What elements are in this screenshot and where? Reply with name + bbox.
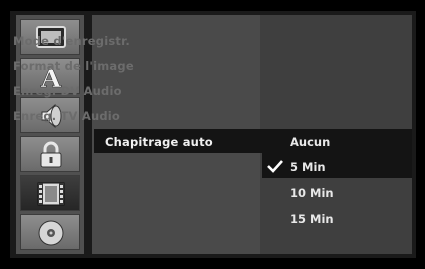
menu-item-aspect-ratio[interactable]: Format de l'image: [13, 59, 134, 73]
film-icon: [37, 182, 65, 206]
lock-icon: [40, 141, 62, 168]
disc-icon: [38, 220, 64, 246]
sidebar: A: [16, 15, 84, 254]
selected-option-highlight: [262, 153, 412, 178]
option-none[interactable]: Aucun: [290, 135, 330, 149]
option-10-min[interactable]: 10 Min: [290, 186, 334, 200]
menu-item-record-mode[interactable]: Mode d'enregistr.: [13, 34, 130, 48]
option-5-min[interactable]: 5 Min: [290, 160, 326, 174]
menu-item-tv-audio[interactable]: Enreg. TV Audio: [13, 109, 120, 123]
tab-lock[interactable]: [20, 136, 80, 172]
menu-item-auto-chapter[interactable]: Chapitrage auto: [105, 135, 213, 149]
tab-disc[interactable]: [20, 214, 80, 250]
menu-item-dv-audio[interactable]: Enreg. DV Audio: [13, 84, 122, 98]
tab-film[interactable]: [20, 175, 80, 211]
checkmark-icon: [267, 160, 283, 173]
option-15-min[interactable]: 15 Min: [290, 212, 334, 226]
